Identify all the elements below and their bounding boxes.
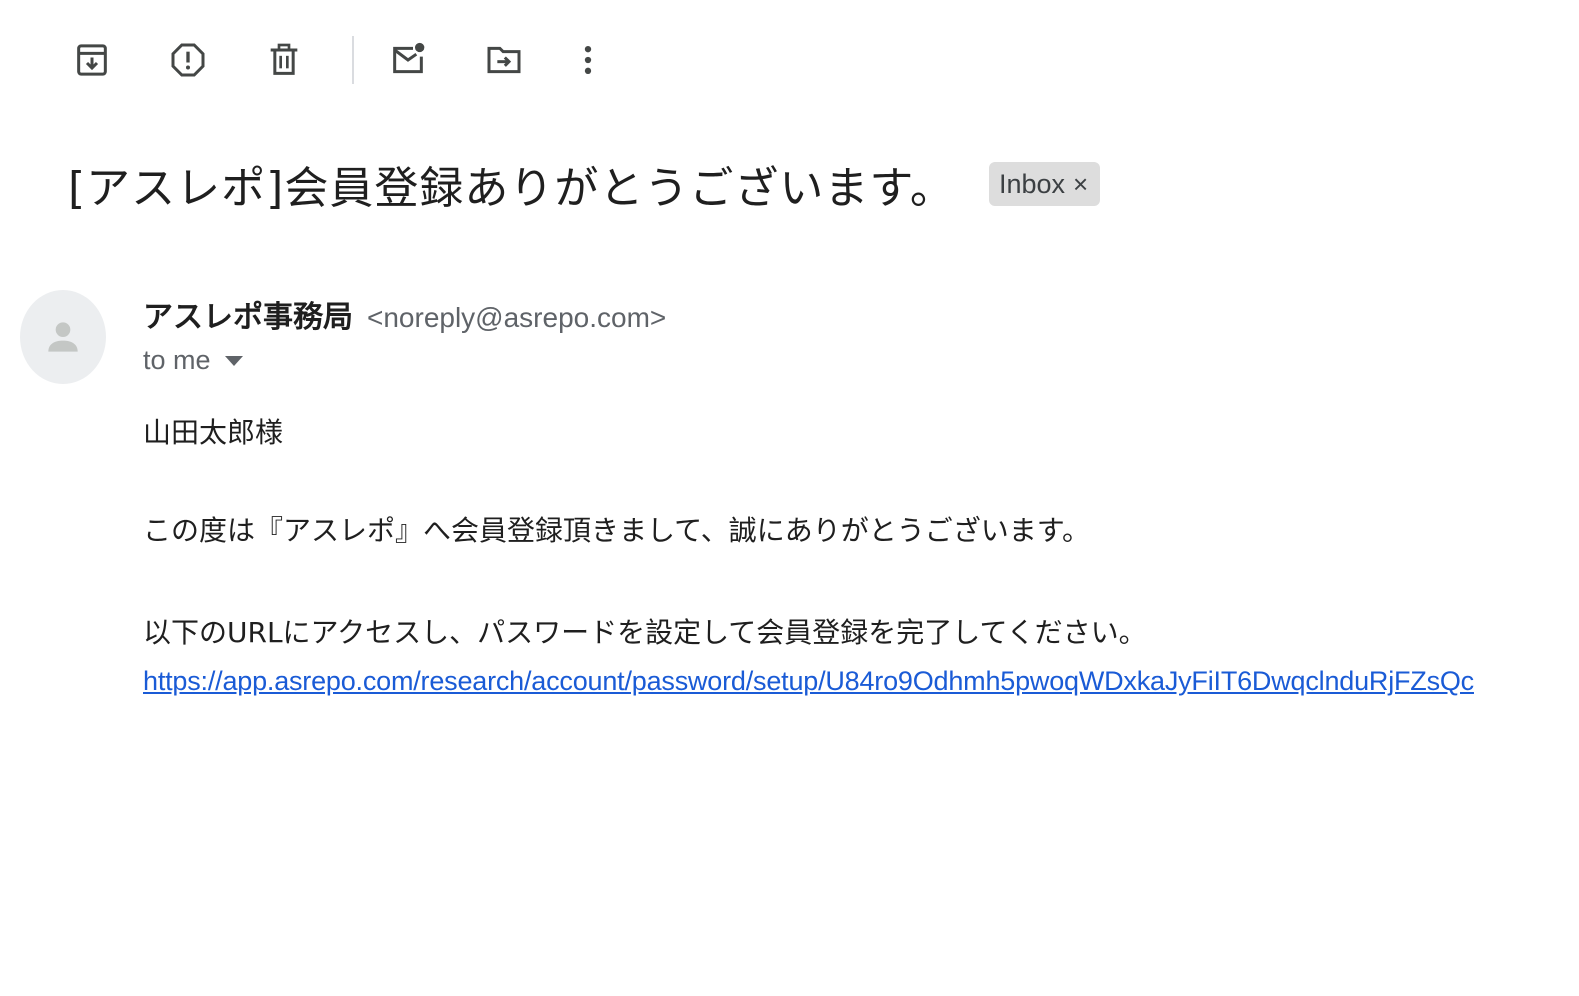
move-to-folder-icon [487, 46, 521, 74]
move-to-button[interactable] [472, 28, 536, 92]
archive-icon [77, 44, 107, 76]
subject-row: [アスレポ]会員登録ありがとうございます。 Inbox × [68, 152, 1101, 216]
mark-unread-icon [393, 42, 425, 74]
person-icon [48, 322, 78, 352]
body-greeting: 山田太郎様 [143, 416, 284, 449]
recipients-toggle[interactable]: to me [143, 345, 243, 376]
password-setup-link[interactable]: https://app.asrepo.com/research/account/… [143, 666, 1563, 697]
sender-email: <noreply@asrepo.com> [367, 302, 667, 333]
email-view: [アスレポ]会員登録ありがとうございます。 Inbox × アスレポ事務局 <n… [0, 0, 1579, 996]
report-spam-icon [171, 43, 205, 77]
more-options-button[interactable] [568, 28, 608, 92]
message-toolbar [60, 28, 608, 92]
remove-label-icon[interactable]: × [1073, 169, 1088, 200]
toolbar-divider [352, 36, 354, 84]
body-paragraph-1: この度は『アスレポ』へ会員登録頂きまして、誠にありがとうございます。 [143, 514, 1090, 547]
report-spam-button[interactable] [156, 28, 220, 92]
archive-button[interactable] [60, 28, 124, 92]
more-vert-icon [584, 46, 592, 74]
avatar[interactable] [20, 290, 106, 384]
inbox-label-chip[interactable]: Inbox × [988, 162, 1101, 206]
sender-line: アスレポ事務局 <noreply@asrepo.com> [143, 292, 666, 336]
recipients-label: to me [143, 345, 211, 375]
email-subject: [アスレポ]会員登録ありがとうございます。 [68, 163, 955, 214]
email-body: 山田太郎様 この度は『アスレポ』へ会員登録頂きまして、誠にありがとうございます。… [143, 410, 1563, 697]
mark-unread-button[interactable] [376, 28, 440, 92]
trash-icon [270, 43, 298, 75]
label-text: Inbox [998, 168, 1065, 199]
delete-button[interactable] [252, 28, 316, 92]
sender-name[interactable]: アスレポ事務局 [143, 292, 353, 336]
body-paragraph-2: 以下のURLにアクセスし、パスワードを設定して会員登録を完了してください。 [143, 616, 1147, 649]
chevron-down-icon[interactable] [224, 355, 243, 366]
